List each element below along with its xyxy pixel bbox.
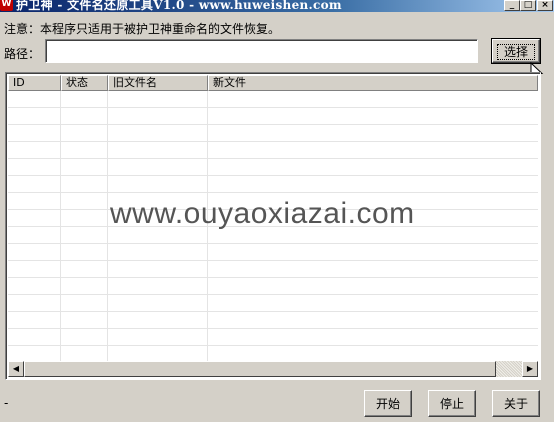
about-button[interactable]: 关于 — [492, 390, 540, 417]
column-divider — [107, 91, 108, 361]
watermark: www.ouyaoxiazai.com — [110, 197, 415, 230]
select-button[interactable]: 选择 — [491, 38, 541, 64]
window-title: 护卫神 - 文件名还原工具V1.0 - www.huweishen.com — [16, 0, 342, 12]
scroll-left-arrow-icon[interactable]: ◀ — [8, 361, 24, 377]
maximize-button[interactable]: □ — [520, 0, 536, 11]
close-window-button[interactable]: × — [537, 0, 553, 11]
stop-button[interactable]: 停止 — [428, 390, 476, 417]
path-label: 路径： — [4, 47, 41, 61]
title-bar: W 护卫神 - 文件名还原工具V1.0 - www.huweishen.com … — [0, 0, 554, 12]
status-text: - — [4, 396, 9, 410]
horizontal-scrollbar[interactable]: ◀ ▶ — [8, 361, 538, 377]
select-button-label: 选择 — [496, 43, 535, 60]
scroll-right-arrow-icon[interactable]: ▶ — [522, 361, 538, 377]
path-input[interactable] — [45, 39, 478, 63]
start-button[interactable]: 开始 — [364, 390, 412, 417]
column-header-old-name[interactable]: 旧文件名 — [108, 75, 208, 91]
minimize-button[interactable]: _ — [504, 0, 520, 11]
app-shield-icon: W — [0, 0, 13, 11]
column-header-id[interactable]: ID — [8, 75, 61, 91]
column-header-status[interactable]: 状态 — [61, 75, 108, 91]
notice-text: 注意：本程序只适用于被护卫神重命名的文件恢复。 — [4, 22, 281, 36]
scroll-thumb[interactable] — [24, 361, 496, 377]
column-divider — [60, 91, 61, 361]
column-header-new-name[interactable]: 新文件 — [208, 75, 538, 91]
list-header: ID 状态 旧文件名 新文件 — [8, 75, 538, 91]
